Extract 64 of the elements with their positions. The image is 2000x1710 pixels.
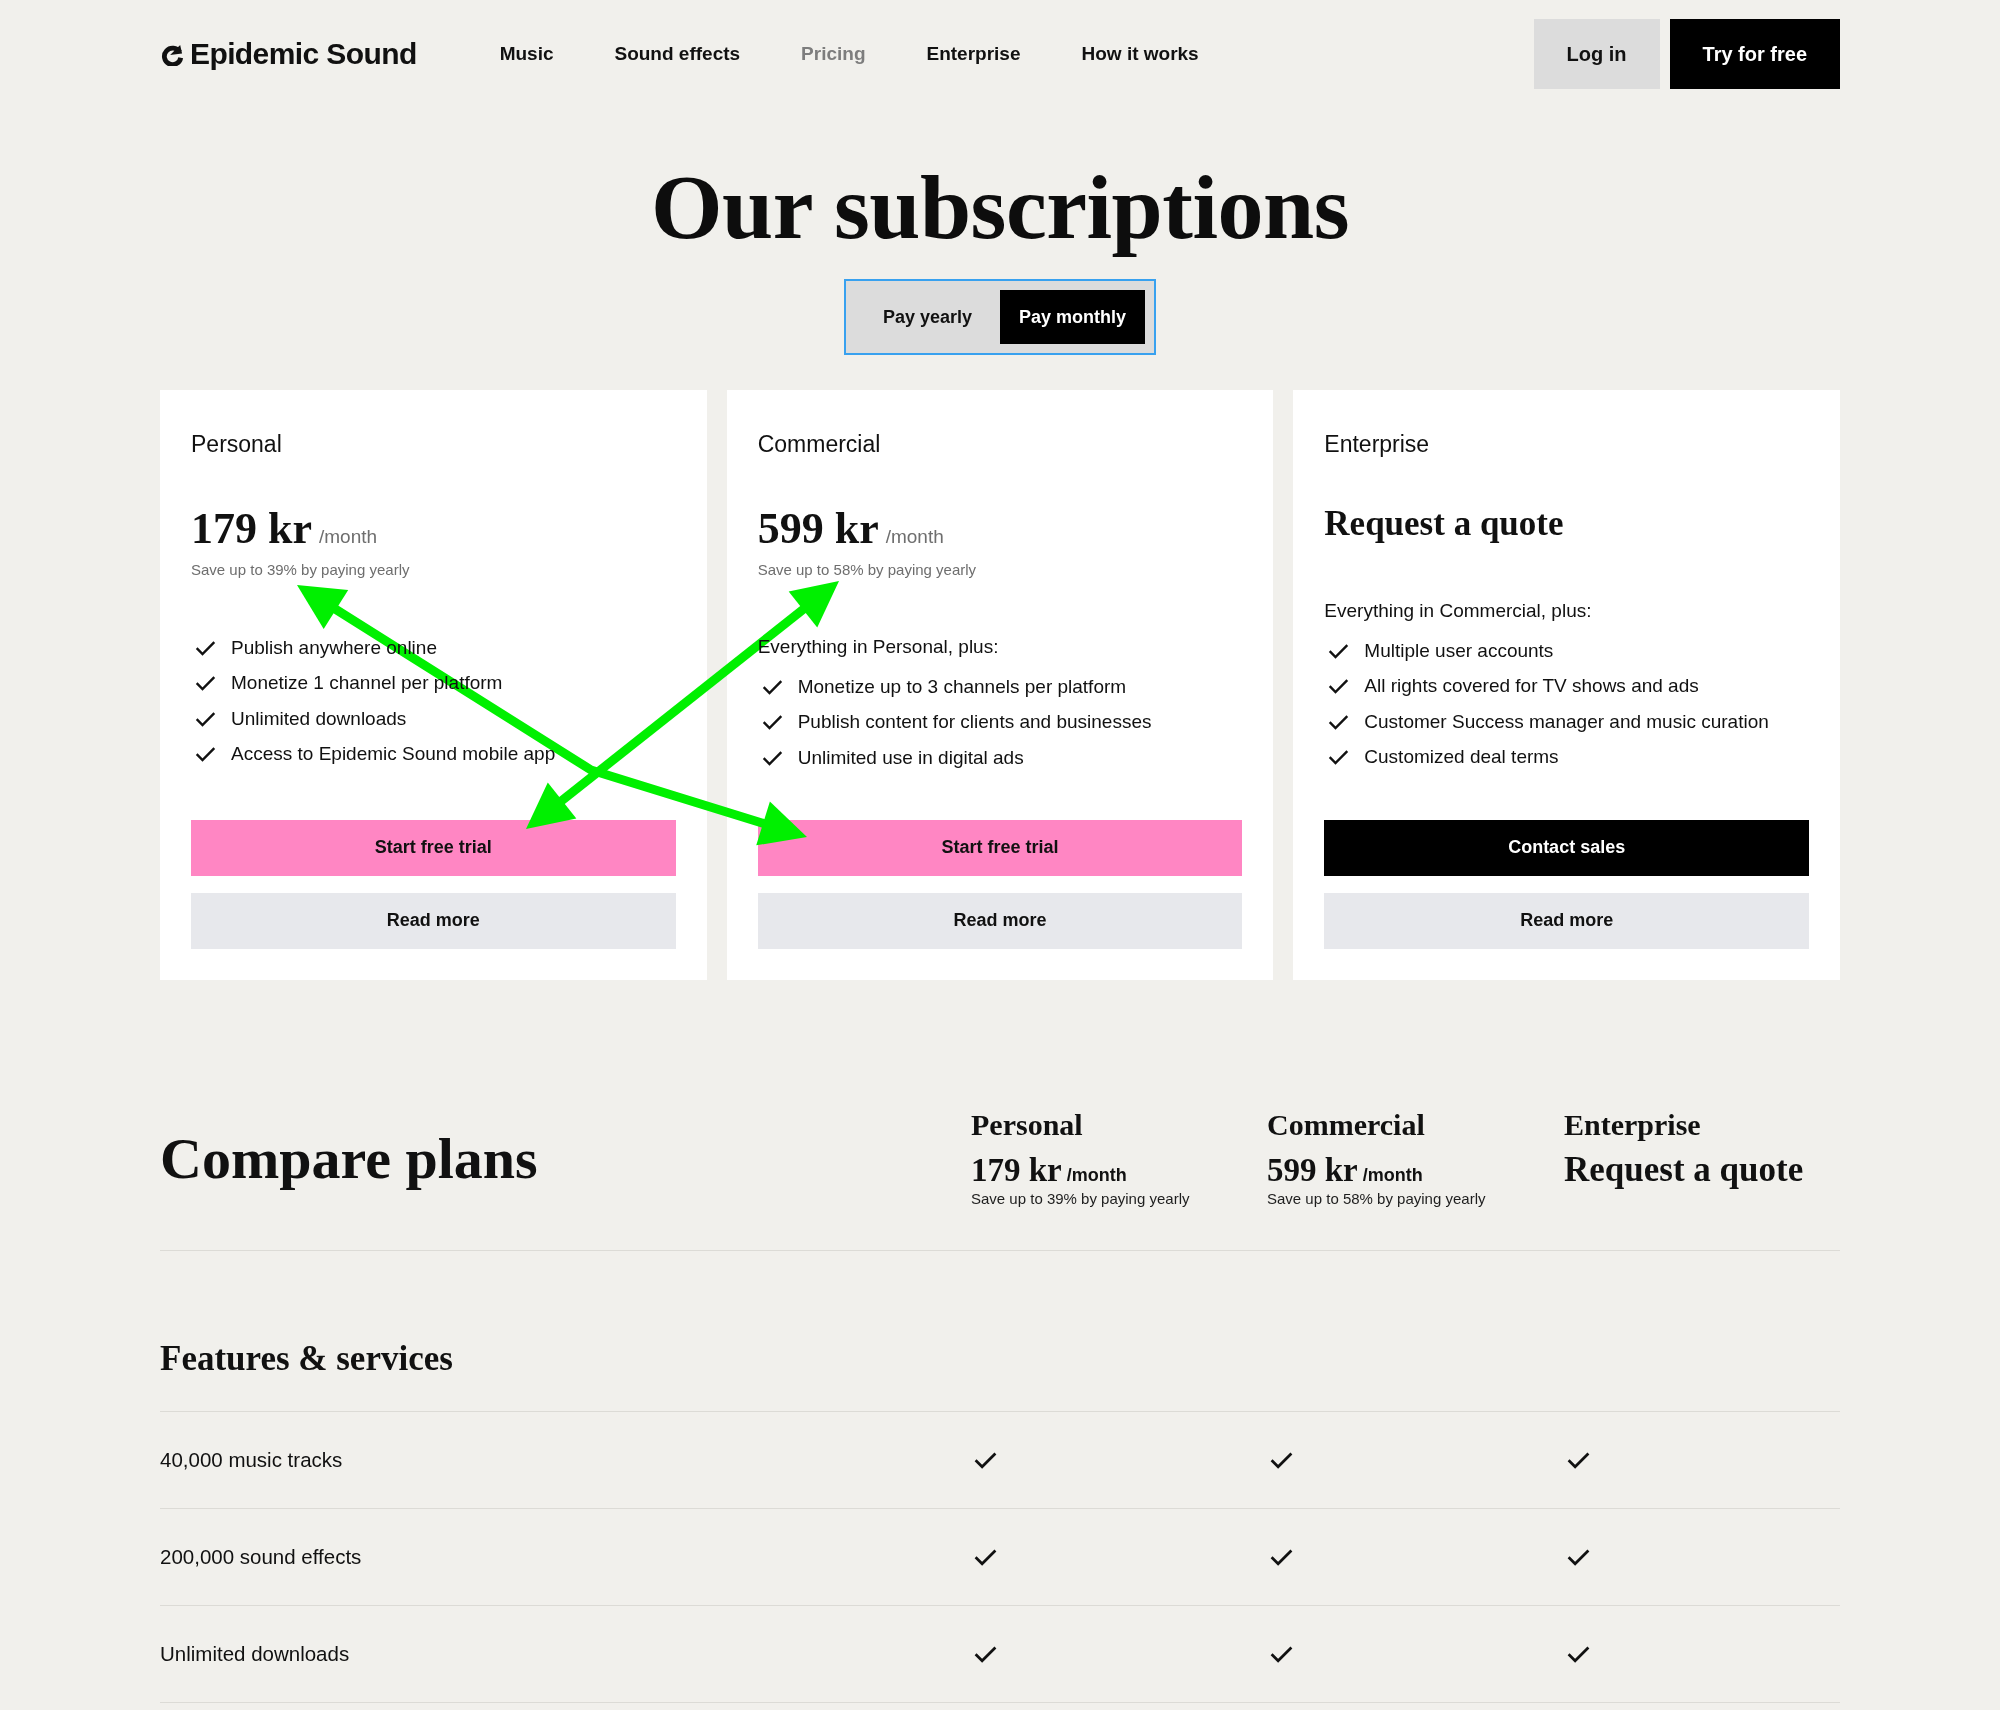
log-in-button[interactable]: Log in bbox=[1533, 19, 1660, 89]
price-amount: 599 kr bbox=[1267, 1150, 1358, 1189]
quote-heading: Request a quote bbox=[1564, 1149, 1804, 1190]
check-icon bbox=[761, 714, 783, 731]
check-icon bbox=[195, 675, 216, 692]
feature-text: Access to Epidemic Sound mobile app bbox=[231, 743, 556, 766]
feature-text: Publish content for clients and businesses bbox=[797, 711, 1152, 734]
plan-name: Personal bbox=[971, 1107, 1083, 1142]
feature-text: All rights covered for TV shows and ads bbox=[1364, 675, 1699, 698]
features-intro: Everything in Commercial, plus: bbox=[1324, 599, 1592, 623]
section-title: Compare plans bbox=[160, 1126, 538, 1192]
feature-label: 40,000 music tracks bbox=[160, 1447, 343, 1472]
price-period: /month bbox=[1066, 1164, 1127, 1186]
feature-text: Customer Success manager and music curation bbox=[1364, 710, 1769, 733]
nav-link[interactable]: Sound effects bbox=[614, 43, 741, 65]
check-icon bbox=[1328, 713, 1350, 730]
read-more-button[interactable]: Read more bbox=[757, 892, 1243, 949]
check-icon bbox=[1328, 678, 1350, 695]
nav-link[interactable]: Pricing bbox=[801, 43, 866, 65]
check-icon bbox=[761, 678, 783, 695]
billing-option[interactable]: Pay yearly bbox=[855, 290, 1000, 344]
check-icon bbox=[195, 639, 216, 656]
plan-name: Personal bbox=[191, 430, 282, 458]
plan-name: Enterprise bbox=[1324, 430, 1430, 458]
savings-note: Save up to 39% by paying yearly bbox=[971, 1188, 1190, 1209]
start-trial-button[interactable]: Start free trial bbox=[191, 819, 676, 876]
plan-name: Enterprise bbox=[1564, 1107, 1701, 1142]
price-period: /month bbox=[1362, 1164, 1423, 1186]
price-amount: 179 kr bbox=[191, 504, 312, 554]
price-period: /month bbox=[319, 526, 378, 548]
check-icon bbox=[761, 749, 783, 766]
try-for-free-button[interactable]: Try for free bbox=[1669, 19, 1840, 89]
feature-text: Monetize up to 3 channels per platform bbox=[797, 675, 1127, 698]
nav-link[interactable]: Music bbox=[499, 43, 554, 65]
features-intro: Everything in Personal, plus: bbox=[757, 635, 999, 659]
section-heading: Features & services bbox=[160, 1338, 453, 1379]
start-trial-button[interactable]: Start free trial bbox=[757, 819, 1243, 876]
feature-label: 200,000 sound effects bbox=[160, 1544, 362, 1569]
billing-option[interactable]: Pay monthly bbox=[1000, 290, 1145, 344]
nav-link[interactable]: Enterprise bbox=[926, 43, 1021, 65]
feature-text: Unlimited use in digital ads bbox=[797, 746, 1024, 769]
check-icon bbox=[1328, 749, 1350, 766]
feature-text: Unlimited downloads bbox=[231, 707, 407, 730]
feature-label: Unlimited downloads bbox=[160, 1641, 350, 1666]
contact-sales-button[interactable]: Contact sales bbox=[1324, 819, 1809, 876]
plan-name: Commercial bbox=[757, 430, 881, 458]
quote-heading: Request a quote bbox=[1324, 504, 1564, 544]
savings-note: Save up to 58% by paying yearly bbox=[757, 560, 977, 580]
nav-link[interactable]: How it works bbox=[1081, 43, 1199, 65]
feature-text: Multiple user accounts bbox=[1364, 639, 1554, 662]
plan-name: Commercial bbox=[1267, 1107, 1425, 1142]
check-icon bbox=[1328, 642, 1350, 659]
savings-note: Save up to 58% by paying yearly bbox=[1267, 1188, 1486, 1209]
price-period: /month bbox=[885, 526, 944, 548]
feature-text: Customized deal terms bbox=[1364, 746, 1559, 769]
logo-link[interactable]: Epidemic Sound bbox=[160, 37, 417, 71]
read-more-button[interactable]: Read more bbox=[1324, 892, 1809, 949]
check-icon bbox=[195, 746, 216, 763]
savings-note: Save up to 39% by paying yearly bbox=[191, 560, 410, 580]
read-more-button[interactable]: Read more bbox=[191, 892, 676, 949]
price-amount: 599 kr bbox=[757, 504, 879, 554]
price-amount: 179 kr bbox=[971, 1150, 1062, 1189]
page-title: Our subscriptions bbox=[650, 155, 1350, 260]
check-icon bbox=[195, 710, 216, 727]
